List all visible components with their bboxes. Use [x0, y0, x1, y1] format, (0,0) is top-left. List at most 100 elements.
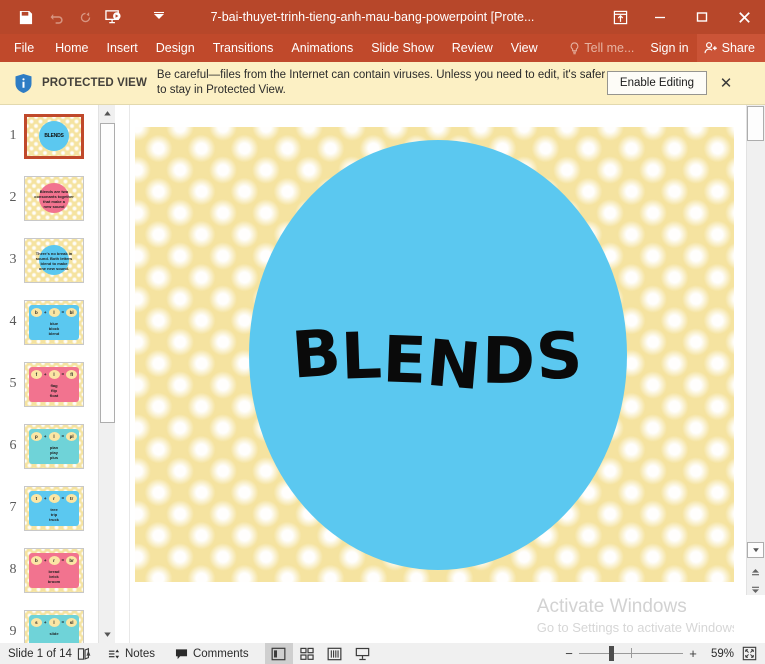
maximize-button[interactable] [681, 0, 723, 34]
protected-view-message: Be careful—files from the Internet can c… [156, 69, 606, 96]
thumbnail-slide[interactable]: p + l = pl plan play plus [24, 423, 84, 469]
thumbnail-word-list: tree trip truck [49, 506, 59, 522]
pane-splitter[interactable] [115, 105, 130, 643]
thumbnail-scroll-up-icon[interactable] [99, 105, 116, 122]
tab-home[interactable]: Home [46, 34, 97, 62]
thumbnail-slide[interactable]: b + l = bl blue block blend [24, 299, 84, 345]
thumbnail-number: 6 [9, 438, 17, 453]
next-slide-button[interactable] [747, 581, 764, 597]
thumbnail-letter-row: p + l = pl [25, 431, 83, 441]
thumbnail-letter-row: t + r = tr [25, 493, 83, 503]
minimize-button[interactable] [639, 0, 681, 34]
view-reading[interactable] [321, 643, 349, 664]
watermark-line-1: Activate Windows [536, 596, 687, 617]
quick-access-toolbar [0, 4, 174, 30]
thumbnail-row[interactable]: 3 There's no break in sound. Both letters b… [0, 229, 98, 291]
slide-counter[interactable]: Slide 1 of 14 [0, 648, 72, 660]
slide-scroll-track[interactable] [746, 105, 765, 595]
thumbnail-body-text: There's no break in sound. Both letters bl… [35, 250, 73, 271]
thumbnail-row[interactable]: 6 p + l = pl plan play plus [0, 415, 98, 477]
thumbnail-slide[interactable]: f + l = fl flag flip float [24, 361, 84, 407]
thumbnail-slide[interactable]: BLENDS [24, 113, 84, 159]
tab-slide-show[interactable]: Slide Show [362, 34, 443, 62]
thumbnail-row[interactable]: 7 t + r = tr tree trip truck [0, 477, 98, 539]
thumbnail-scroll-down-icon[interactable] [99, 626, 116, 643]
slide-thumbnail-pane[interactable]: 1 BLENDS 2 Blends are two consonants togethe… [0, 105, 98, 643]
thumbnail-number: 2 [9, 190, 17, 205]
thumbnail-slide[interactable]: s + l = sl slide [24, 609, 84, 643]
slide-scroll-thumb[interactable] [747, 106, 764, 141]
thumbnail-slide[interactable]: t + r = tr tree trip truck [24, 485, 84, 531]
thumbnail-word-list: flag flip float [49, 382, 59, 398]
status-bar: Slide 1 of 14 Notes Comments − + 59% [0, 643, 765, 664]
thumbnail-scroll-thumb[interactable] [100, 123, 115, 423]
ribbon-tab-strip: File Home Insert Design Transitions Anim… [0, 34, 765, 62]
zoom-in-button[interactable]: + [683, 643, 703, 664]
thumbnail-letter-row: s + l = sl [25, 617, 83, 627]
thumbnail-letter-row: f + l = fl [25, 369, 83, 379]
protected-view-label: PROTECTED VIEW [42, 77, 147, 89]
slide-scrollbar[interactable] [734, 105, 765, 643]
sign-in-button[interactable]: Sign in [642, 34, 696, 62]
thumbnail-row[interactable]: 9 s + l = sl slide [0, 601, 98, 643]
spell-check-icon[interactable] [72, 643, 98, 664]
thumbnail-number: 5 [9, 376, 17, 391]
thumbnail-title-text: BLENDS [44, 133, 64, 139]
slide-stage[interactable]: BLENDS Activate Windows Go to Settings t… [130, 105, 734, 643]
thumbnail-row[interactable]: 5 f + l = fl flag flip float [0, 353, 98, 415]
thumbnail-row[interactable]: 8 b + r = br bread brick broom [0, 539, 98, 601]
tab-review[interactable]: Review [443, 34, 502, 62]
tab-insert[interactable]: Insert [98, 34, 147, 62]
zoom-out-button[interactable]: − [559, 643, 579, 664]
undo-button[interactable] [42, 4, 72, 30]
zoom-level-label[interactable]: 59% [703, 648, 737, 660]
tab-view[interactable]: View [502, 34, 547, 62]
share-button[interactable]: Share [696, 34, 765, 62]
previous-slide-button[interactable] [747, 564, 764, 580]
thumbnail-scrollbar[interactable] [98, 105, 116, 643]
view-normal[interactable] [264, 643, 293, 664]
fit-slide-icon[interactable] [737, 643, 761, 664]
zoom-slider-handle[interactable] [609, 646, 614, 661]
close-protected-view-icon[interactable]: ✕ [713, 70, 739, 96]
slide-title-text: BLENDS [288, 315, 586, 405]
tab-design[interactable]: Design [147, 34, 204, 62]
view-slide-show[interactable] [349, 643, 377, 664]
watermark-line-2: Go to Settings to activate Windows. [536, 620, 734, 635]
tab-animations[interactable]: Animations [282, 34, 362, 62]
thumbnail-slide[interactable]: b + r = br bread brick broom [24, 547, 84, 593]
comments-button[interactable]: Comments [165, 643, 259, 664]
start-presentation-button[interactable] [98, 4, 128, 30]
current-slide[interactable]: BLENDS [135, 127, 734, 582]
thumbnail-row[interactable]: 1 BLENDS [0, 105, 98, 167]
slide-scroll-down-icon[interactable] [747, 542, 764, 558]
thumbnail-number: 7 [9, 500, 17, 515]
tab-transitions[interactable]: Transitions [204, 34, 283, 62]
customize-qat-button[interactable] [144, 4, 174, 30]
thumbnail-row[interactable]: 2 Blends are two consonants together that m… [0, 167, 98, 229]
notes-button[interactable]: Notes [98, 643, 165, 664]
redo-button[interactable] [74, 4, 96, 30]
thumbnail-number: 1 [9, 128, 17, 143]
shield-info-icon [10, 73, 36, 94]
share-person-icon [704, 42, 717, 54]
ribbon-display-options-button[interactable] [601, 0, 639, 34]
enable-editing-button[interactable]: Enable Editing [606, 71, 708, 95]
thumbnail-number: 8 [9, 562, 17, 577]
thumbnail-number: 4 [9, 314, 17, 329]
share-label: Share [721, 41, 755, 55]
tell-me-box[interactable]: Tell me... [561, 34, 642, 62]
zoom-slider[interactable] [579, 643, 683, 664]
view-slide-sorter[interactable] [293, 643, 321, 664]
close-button[interactable] [723, 0, 765, 34]
thumbnail-word-list: plan play plus [49, 444, 59, 460]
zoom-controls: − + 59% [559, 643, 765, 664]
notes-label: Notes [124, 647, 155, 660]
tab-file[interactable]: File [0, 34, 46, 62]
save-button[interactable] [10, 4, 40, 30]
thumbnail-slide[interactable]: There's no break in sound. Both letters bl… [24, 237, 84, 283]
thumbnail-word-list: blue block blend [48, 320, 60, 336]
thumbnail-number: 9 [9, 624, 17, 639]
thumbnail-row[interactable]: 4 b + l = bl blue block blend [0, 291, 98, 353]
thumbnail-slide[interactable]: Blends are two consonants together that ma… [24, 175, 84, 221]
